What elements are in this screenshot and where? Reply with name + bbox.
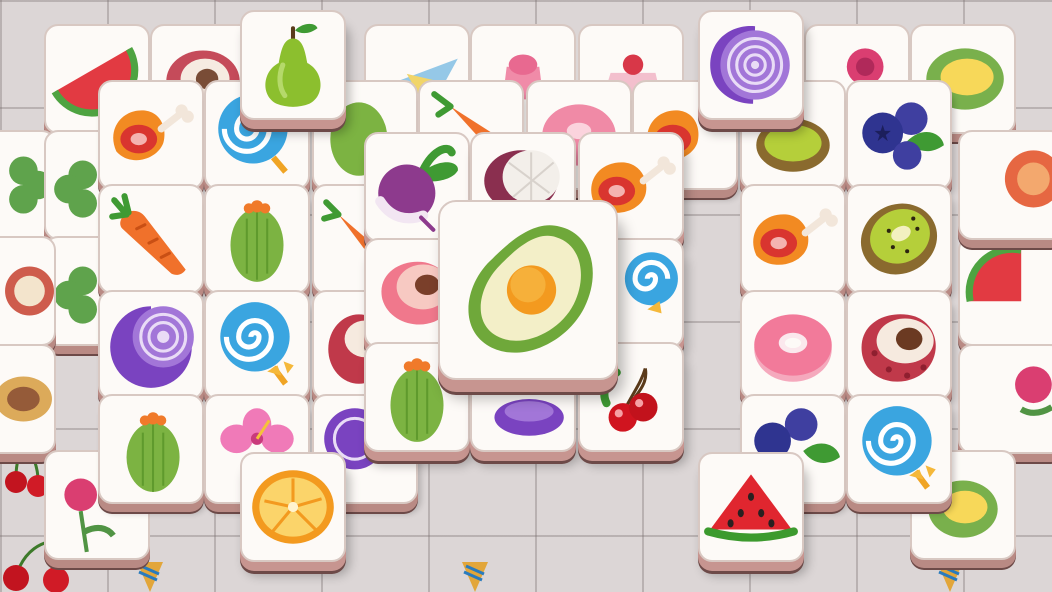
ham-icon [113,104,194,161]
tile-pear[interactable] [240,10,346,120]
tile-orange[interactable] [240,452,346,562]
tile-onion[interactable] [698,10,804,120]
tile-carrot[interactable] [98,184,204,294]
tomato-icon [1004,150,1052,208]
cactus-icon [126,412,180,492]
lychee-icon [861,314,936,382]
tile-lychee[interactable] [0,236,56,346]
pear-icon [265,23,321,107]
tile-ham[interactable] [740,184,846,294]
tile-rose[interactable] [958,344,1052,454]
lychee-icon [5,266,54,316]
lollipop-icon [220,302,294,386]
tile-watermelon[interactable] [958,236,1052,346]
onion-icon [110,306,194,388]
orange-icon [252,470,334,544]
tile-kiwi[interactable] [846,184,952,294]
rose-icon [1015,366,1052,416]
ice-cream-icon [137,562,163,592]
tile-lychee[interactable] [846,290,952,400]
cactus-icon [230,200,284,282]
ham-icon [753,208,838,265]
tile-ham[interactable] [98,80,204,190]
tile-watermelon[interactable] [958,130,1052,240]
kiwi-icon [860,203,938,275]
tile-donut[interactable] [740,290,846,400]
onion-icon [710,26,790,104]
tile-lollipop[interactable] [846,394,952,504]
tile-lollipop[interactable] [204,290,310,400]
watermelon-icon [965,245,1022,302]
tile-onion[interactable] [98,290,204,400]
lollipop-icon [862,406,936,490]
pie-icon [0,376,52,422]
tile-watermelon[interactable] [698,452,804,562]
avocado-icon [468,225,593,353]
tile-blueberry[interactable] [846,80,952,190]
tile-cactus[interactable] [204,184,310,294]
game-board [0,0,1052,592]
donut-icon [754,314,832,382]
tile-cherry[interactable] [0,344,56,454]
watermelon-icon [704,474,798,542]
tile-avocado[interactable] [438,200,618,380]
blueberry-icon [862,102,944,170]
ice-cream-icon [937,562,963,592]
carrot-icon [109,193,186,275]
tile-cactus[interactable] [98,394,204,504]
ice-cream-icon [462,562,488,592]
